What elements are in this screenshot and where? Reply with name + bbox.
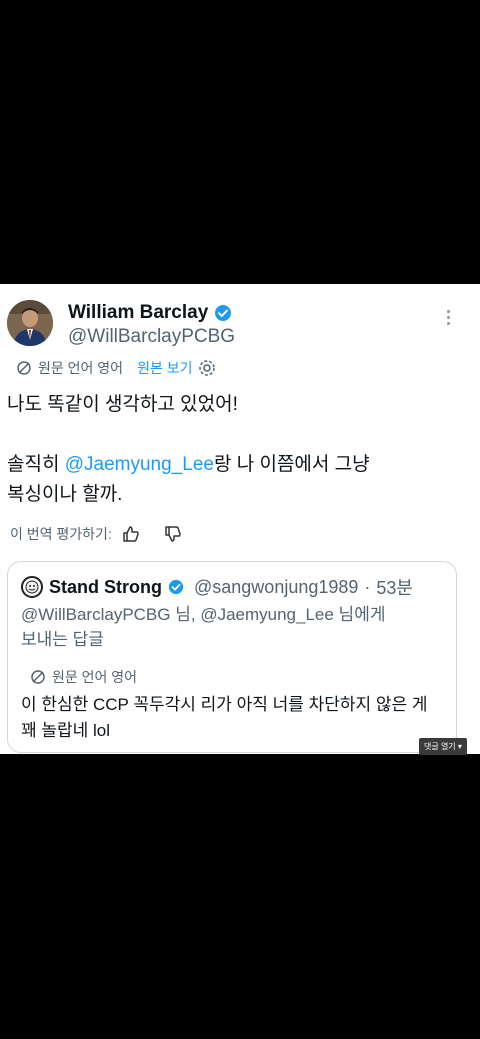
author-avatar[interactable]: [7, 300, 53, 346]
quote-author-name[interactable]: Stand Strong: [49, 577, 162, 598]
tweet-line-2: 솔직히 @Jaemyung_Lee랑 나 이쯤에서 그냥: [7, 454, 370, 475]
more-options-icon[interactable]: [444, 310, 452, 330]
quote-translation-label: 원문 언어 영어: [52, 669, 138, 685]
reply-line-2: 보내는 답글: [21, 630, 104, 649]
open-comments-button[interactable]: 댓글 열기 ▾: [419, 738, 467, 755]
tweet-line-1: 나도 똑같이 생각하고 있었어!: [7, 394, 238, 415]
quote-avatar[interactable]: [21, 576, 43, 598]
rate-label: 이 번역 평가하기:: [10, 526, 112, 542]
translation-row: 원문 언어 영어 원본 보기: [16, 358, 216, 378]
quote-author-handle[interactable]: @sangwonjung1989: [194, 577, 358, 598]
quoted-tweet[interactable]: Stand Strong @sangwonjung1989 · 53분 @Wil…: [7, 561, 457, 753]
mention-link[interactable]: @Jaemyung_Lee: [65, 454, 214, 475]
tweet-text: 나도 똑같이 생각하고 있었어! 솔직히 @Jaemyung_Lee랑 나 이쯤…: [7, 390, 467, 510]
thumbs-up-icon[interactable]: [122, 525, 140, 543]
author-name-row[interactable]: William Barclay: [68, 302, 232, 324]
author-handle[interactable]: @WillBarclayPCBG: [68, 326, 235, 348]
reply-mention-1[interactable]: @WillBarclayPCBG: [21, 605, 171, 624]
verified-badge-icon: [168, 579, 184, 595]
translation-label: 원문 언어 영어: [38, 360, 124, 376]
translate-icon: [31, 670, 45, 684]
translate-icon: [17, 361, 31, 375]
tweet-line-3: 복싱이나 할까.: [7, 484, 123, 505]
quote-header: Stand Strong @sangwonjung1989 · 53분: [21, 574, 413, 600]
tweet-card: William Barclay @WillBarclayPCBG 원문 언어 영…: [0, 284, 480, 754]
verified-badge-icon: [215, 305, 232, 321]
quote-translation-row: 원문 언어 영어: [30, 667, 137, 687]
quote-time[interactable]: 53분: [376, 574, 413, 600]
show-original-link[interactable]: 원본 보기: [137, 358, 192, 378]
quote-text: 이 한심한 CCP 꼭두각시 리가 아직 너를 차단하지 않은 게 꽤 놀랍네 …: [21, 695, 428, 740]
author-name[interactable]: William Barclay: [68, 302, 208, 324]
rate-translation-row: 이 번역 평가하기:: [10, 524, 182, 544]
thumbs-down-icon[interactable]: [164, 525, 182, 543]
settings-gear-icon[interactable]: [198, 359, 216, 377]
replying-to: @WillBarclayPCBG 님, @Jaemyung_Lee 님에게 보내…: [21, 605, 386, 649]
dot-separator: ·: [364, 576, 371, 597]
reply-mention-2[interactable]: @Jaemyung_Lee: [200, 605, 334, 624]
